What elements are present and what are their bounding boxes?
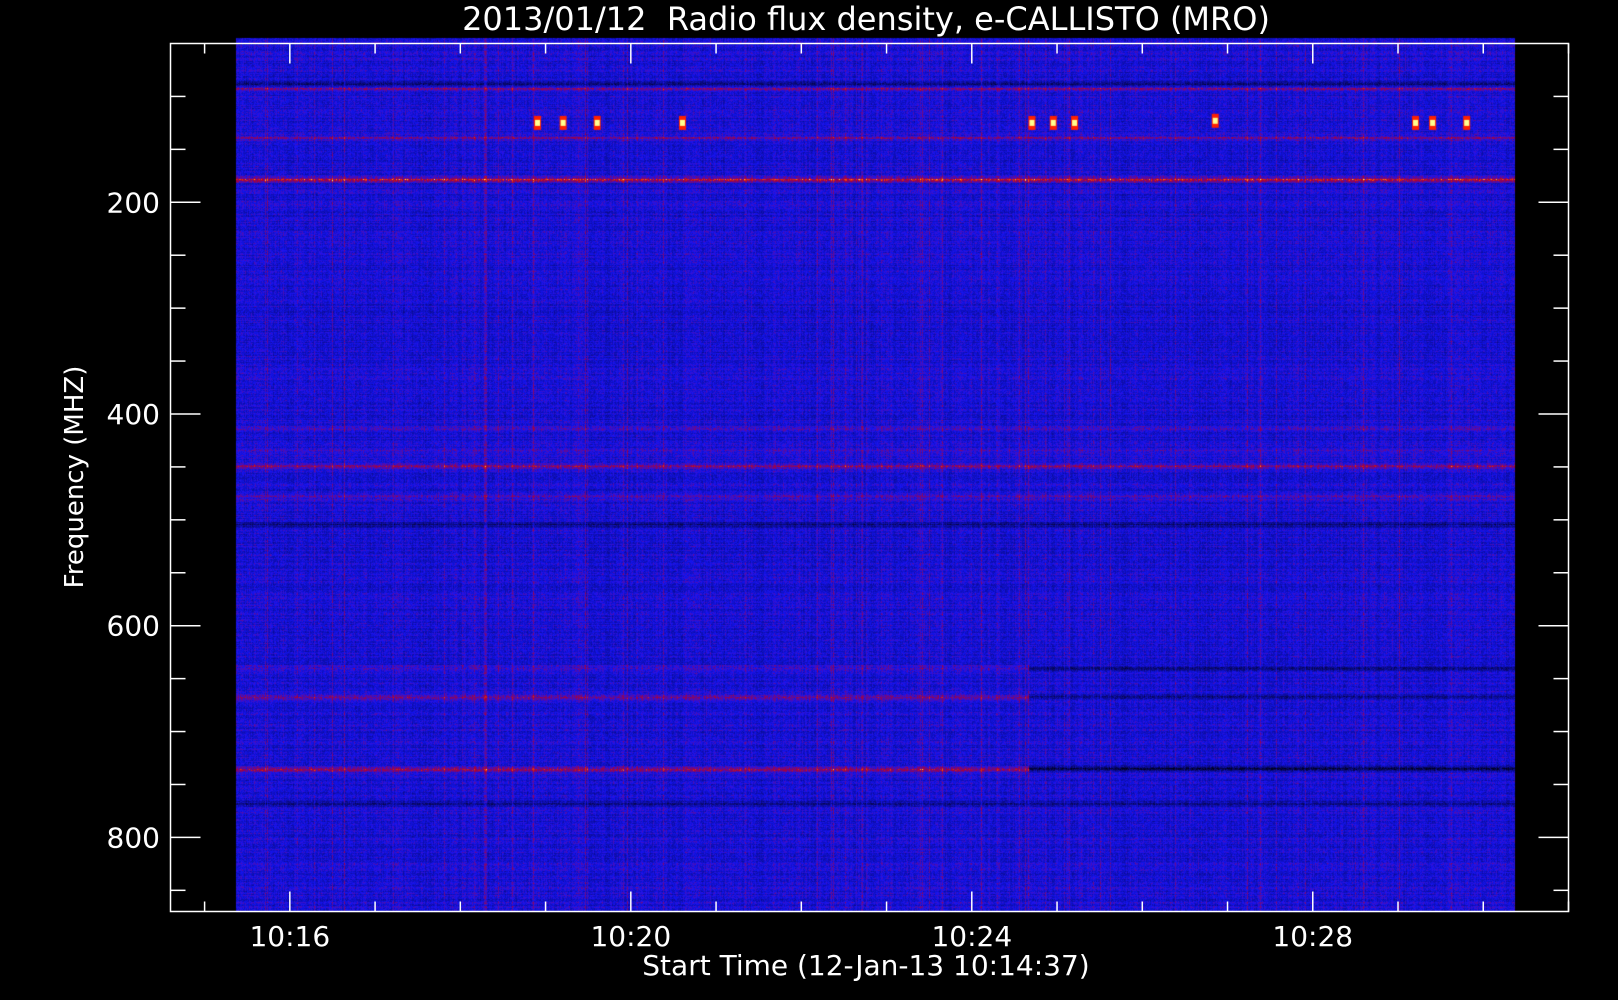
x-axis-label: Start Time (12-Jan-13 10:14:37) <box>642 949 1089 982</box>
x-tick-label: 10:28 <box>1272 920 1353 953</box>
x-ticks <box>203 43 1570 912</box>
y-axis-label: Frequency (MHZ) <box>60 366 90 589</box>
y-tick-labels: 200 400 600 800 <box>107 186 160 854</box>
y-tick-label: 600 <box>107 610 160 643</box>
y-ticks <box>170 95 1569 892</box>
y-tick-label: 400 <box>107 398 160 431</box>
plot-frame <box>169 42 1570 913</box>
chart-svg: 2013/01/12 Radio flux density, e-CALLIST… <box>60 0 1570 982</box>
chart-title: 2013/01/12 Radio flux density, e-CALLIST… <box>462 0 1270 38</box>
y-tick-label: 800 <box>107 821 160 854</box>
x-tick-label: 10:16 <box>249 920 330 953</box>
y-tick-label: 200 <box>107 186 160 219</box>
